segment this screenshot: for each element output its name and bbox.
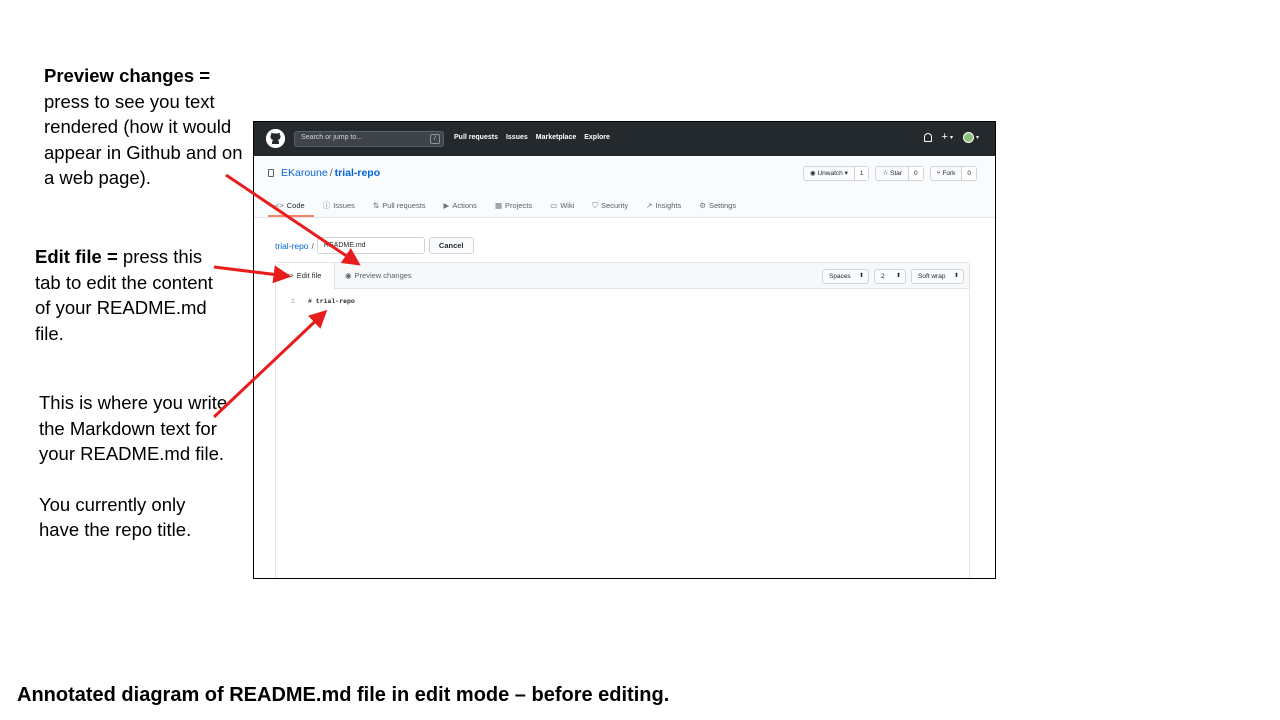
path-repo-link[interactable]: trial-repo <box>275 241 309 251</box>
chevron-down-icon[interactable]: ▾ <box>950 134 953 141</box>
tab-label: Code <box>286 201 305 210</box>
plus-icon[interactable]: + <box>942 132 948 143</box>
github-header: Search or jump to... / Pull requests Iss… <box>254 122 995 156</box>
tab-settings[interactable]: ⚙ Settings <box>690 199 745 217</box>
annotation-preview-label: Preview changes = <box>44 65 211 86</box>
search-placeholder: Search or jump to... <box>301 134 363 141</box>
fork-label: Fork <box>942 170 956 177</box>
tab-security[interactable]: ⛉ Security <box>583 199 637 217</box>
file-editor: <> Edit file ◉ Preview changes Spaces ⬍ 2 ⬍ … <box>275 262 970 578</box>
tab-label: Actions <box>452 201 477 210</box>
eye-icon: ◉ <box>345 271 352 280</box>
nav-pull-requests[interactable]: Pull requests <box>454 134 498 141</box>
tab-label: Wiki <box>560 201 575 210</box>
tab-edit-label: Edit file <box>296 271 322 280</box>
play-icon: ▶ <box>443 201 450 210</box>
header-nav: Pull requests Issues Marketplace Explore <box>454 134 610 141</box>
select-arrows-icon: ⬍ <box>858 273 864 279</box>
fork-button[interactable]: ⑂ Fork 0 <box>929 166 977 181</box>
file-path-row: trial-repo / README.md Cancel <box>275 237 474 254</box>
repo-title: EKaroune / trial-repo <box>281 167 380 179</box>
editor-toolbar: <> Edit file ◉ Preview changes Spaces ⬍ 2 ⬍ … <box>276 263 969 290</box>
tab-code[interactable]: <> Code <box>268 199 314 217</box>
gear-icon: ⚙ <box>699 201 706 210</box>
tab-projects[interactable]: ▦ Projects <box>486 199 541 217</box>
tab-label: Projects <box>505 201 533 210</box>
indent-mode-select[interactable]: Spaces ⬍ <box>822 269 869 284</box>
code-icon: <> <box>285 271 294 280</box>
avatar[interactable] <box>962 132 974 143</box>
star-count[interactable]: 0 <box>908 167 923 180</box>
tab-label: Security <box>601 201 629 210</box>
annotation-preview-changes: Preview changes = press to see you text … <box>44 63 244 191</box>
annotation-write-area: This is where you write the Markdown tex… <box>39 390 229 543</box>
annotation-write-line1: This is where you write the Markdown tex… <box>39 392 228 465</box>
star-button[interactable]: ☆ Star 0 <box>875 166 924 181</box>
select-arrows-icon: ⬍ <box>895 273 901 279</box>
watch-label: Unwatch ▾ <box>817 170 848 177</box>
figure-caption: Annotated diagram of README.md file in e… <box>17 684 670 706</box>
select-arrows-icon: ⬍ <box>953 273 959 279</box>
watch-count[interactable]: 1 <box>853 167 869 180</box>
indent-size-select[interactable]: 2 ⬍ <box>874 269 906 284</box>
star-label: Star <box>890 170 903 177</box>
repo-title-separator: / <box>329 167 333 179</box>
filename-input[interactable]: README.md <box>316 237 425 254</box>
nav-marketplace[interactable]: Marketplace <box>536 134 576 141</box>
nav-issues[interactable]: Issues <box>506 134 528 141</box>
project-icon: ▦ <box>494 201 503 210</box>
repo-header: EKaroune / trial-repo ◉ Unwatch ▾ 1 ☆ Star… <box>254 156 995 218</box>
code-line-text[interactable]: # trial-repo <box>308 298 355 305</box>
graph-icon: ↗ <box>646 201 653 210</box>
search-input[interactable]: Search or jump to... / <box>294 131 444 147</box>
tab-label: Insights <box>655 201 682 210</box>
book-icon: ▭ <box>550 201 558 210</box>
pull-request-icon: ⇅ <box>372 201 380 210</box>
shield-icon: ⛉ <box>592 201 599 210</box>
tab-issues[interactable]: ⓘ Issues <box>314 199 364 217</box>
repo-name-link[interactable]: trial-repo <box>335 167 381 179</box>
tab-label: Pull requests <box>382 201 426 210</box>
chevron-down-icon[interactable]: ▾ <box>976 134 979 141</box>
code-editor-line[interactable]: 1 # trial-repo <box>276 298 969 310</box>
tab-label: Issues <box>333 201 355 210</box>
tab-label: Settings <box>709 201 737 210</box>
indent-size-value: 2 <box>881 273 885 280</box>
annotation-edit-label: Edit file = <box>35 246 118 267</box>
line-number: 1 <box>291 298 295 305</box>
tab-insights[interactable]: ↗ Insights <box>637 199 690 217</box>
fork-count[interactable]: 0 <box>961 167 976 180</box>
tab-preview-label: Preview changes <box>354 271 412 280</box>
repo-owner-link[interactable]: EKaroune <box>281 167 328 179</box>
indent-mode-value: Spaces <box>829 273 851 280</box>
nav-explore[interactable]: Explore <box>584 134 610 141</box>
wrap-mode-value: Soft wrap <box>918 273 946 280</box>
code-icon: <> <box>275 201 284 210</box>
tab-preview-changes[interactable]: ◉ Preview changes <box>345 263 412 289</box>
tab-actions[interactable]: ▶ Actions <box>435 199 486 217</box>
annotation-edit-file: Edit file = press this tab to edit the c… <box>35 244 215 346</box>
bell-icon[interactable] <box>923 133 932 142</box>
repo-tabs: <> Code ⓘ Issues ⇅ Pull requests ▶ Actions ▦… <box>268 199 745 217</box>
tab-edit-file[interactable]: <> Edit file <box>276 263 335 290</box>
repo-icon <box>268 169 274 177</box>
issue-icon: ⓘ <box>322 201 331 210</box>
annotation-preview-text: press to see you text rendered (how it w… <box>44 90 243 189</box>
search-shortcut-badge: / <box>430 134 440 144</box>
star-icon: ☆ <box>882 170 891 177</box>
tab-wiki[interactable]: ▭ Wiki <box>541 199 583 217</box>
path-separator: / <box>311 240 314 251</box>
github-logo-icon[interactable] <box>266 129 285 148</box>
repo-actions: ◉ Unwatch ▾ 1 ☆ Star 0 ⑂ Fork 0 <box>803 166 977 181</box>
header-right: + ▾ ▾ <box>923 132 979 143</box>
wrap-mode-select[interactable]: Soft wrap ⬍ <box>911 269 964 284</box>
watch-button[interactable]: ◉ Unwatch ▾ 1 <box>803 166 870 181</box>
cancel-button[interactable]: Cancel <box>428 237 474 254</box>
github-screenshot: Search or jump to... / Pull requests Iss… <box>253 121 996 579</box>
tab-pull-requests[interactable]: ⇅ Pull requests <box>364 199 435 217</box>
annotation-write-line2: You currently only have the repo title. <box>39 493 192 541</box>
